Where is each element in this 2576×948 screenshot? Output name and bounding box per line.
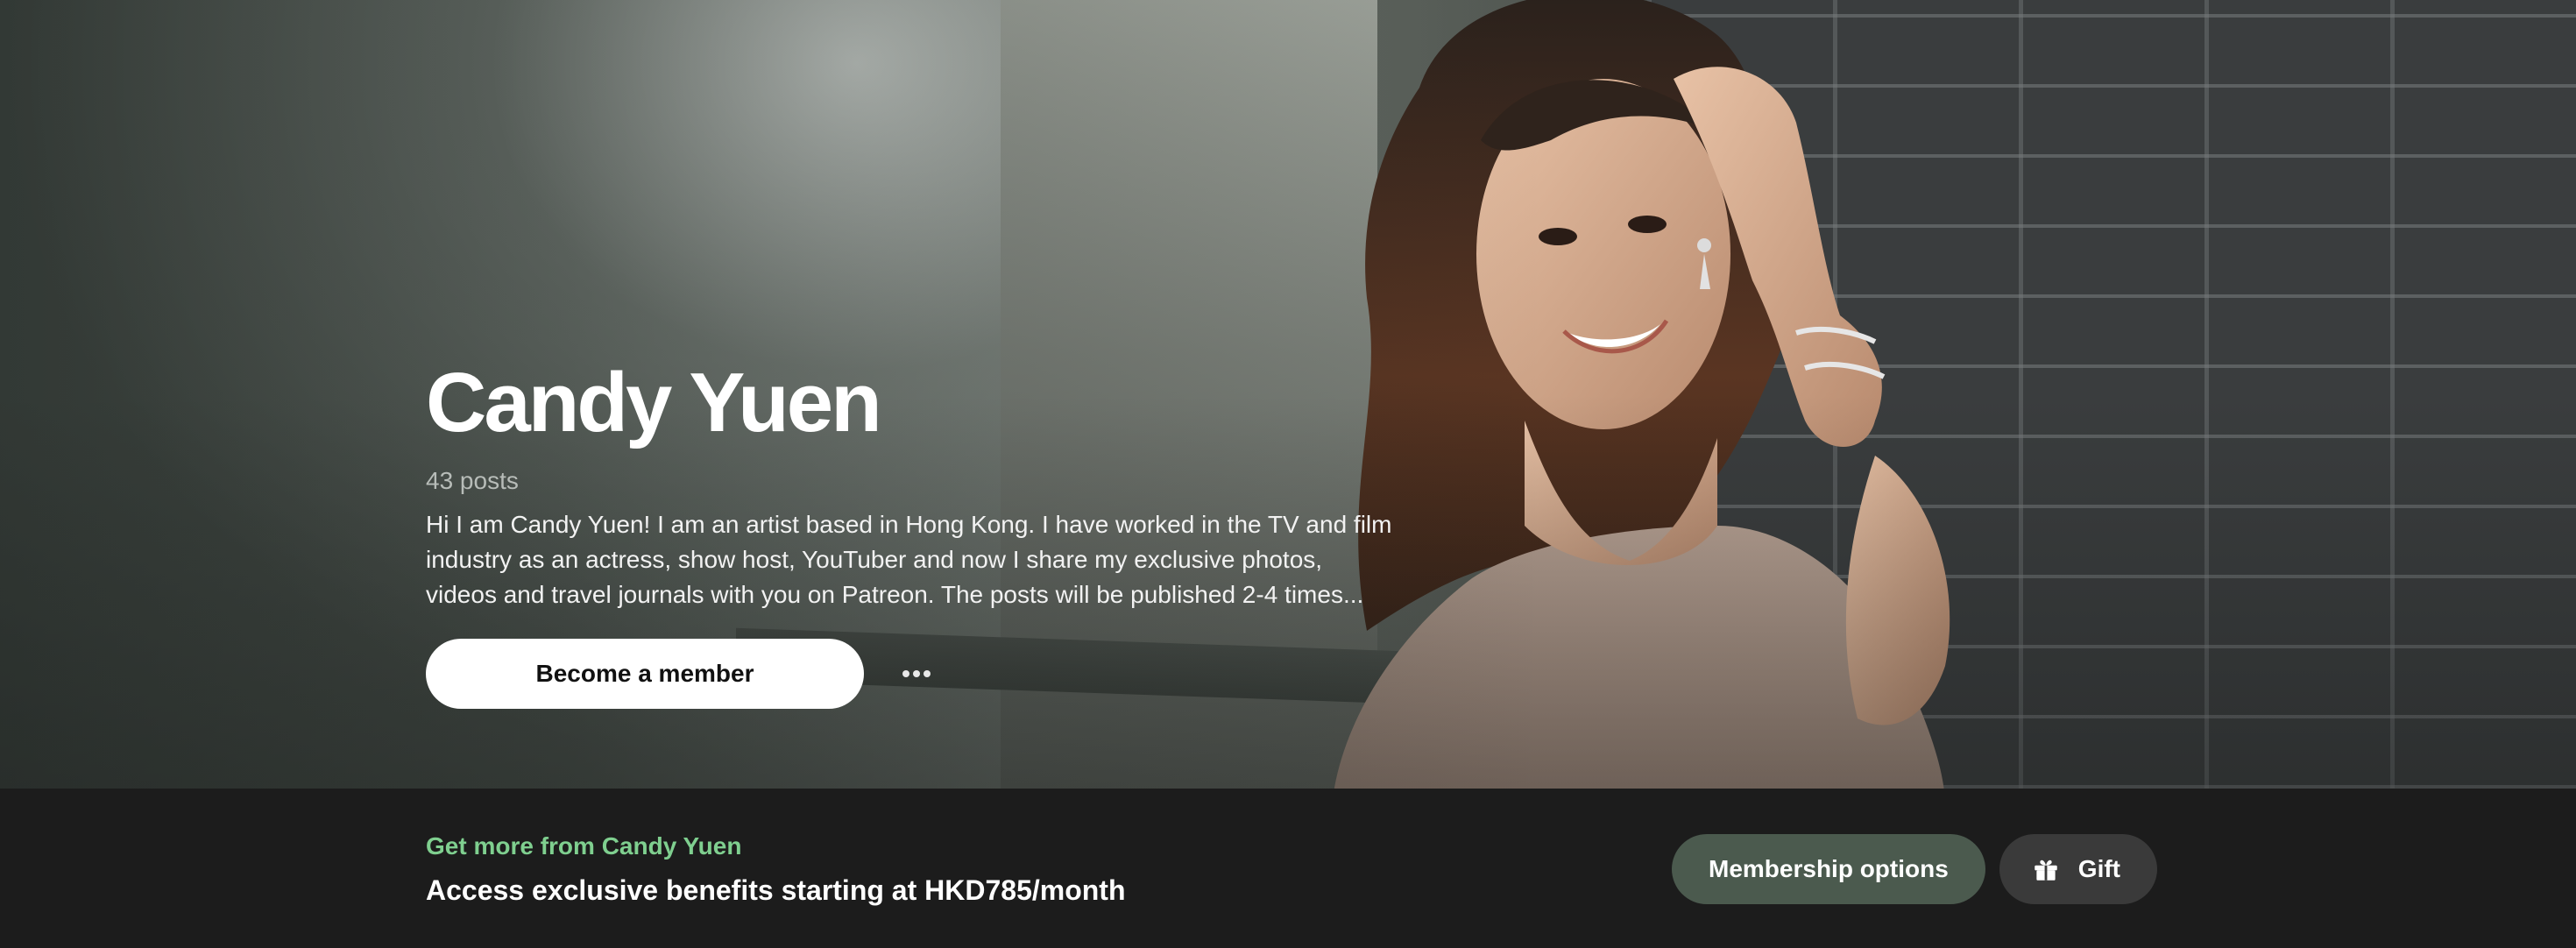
header-actions: Become a member (426, 639, 1407, 709)
post-count: 43 posts (426, 467, 519, 494)
creator-header: Candy Yuen 43 posts Hi I am Candy Yuen! … (426, 355, 1407, 709)
more-options-button[interactable] (890, 647, 943, 700)
promo-text-block: Get more from Candy Yuen Access exclusiv… (426, 831, 1126, 908)
gift-icon (2031, 854, 2061, 884)
membership-options-button[interactable]: Membership options (1672, 834, 1985, 904)
promo-benefits-text: Access exclusive benefits starting at HK… (426, 874, 1126, 906)
gift-button-label: Gift (2077, 855, 2121, 882)
become-member-button[interactable]: Become a member (426, 639, 864, 709)
creator-bio: Hi I am Candy Yuen! I am an artist based… (426, 511, 1392, 608)
more-horizontal-icon (901, 670, 932, 677)
cover-banner: Candy Yuen 43 posts Hi I am Candy Yuen! … (0, 0, 2576, 789)
creator-name: Candy Yuen (426, 356, 882, 449)
gift-button[interactable]: Gift (1999, 834, 2158, 904)
promo-actions: Membership options Gift (1672, 834, 2158, 904)
membership-promo-bar: Get more from Candy Yuen Access exclusiv… (0, 789, 2576, 948)
promo-kicker: Get more from Candy Yuen (426, 832, 742, 860)
